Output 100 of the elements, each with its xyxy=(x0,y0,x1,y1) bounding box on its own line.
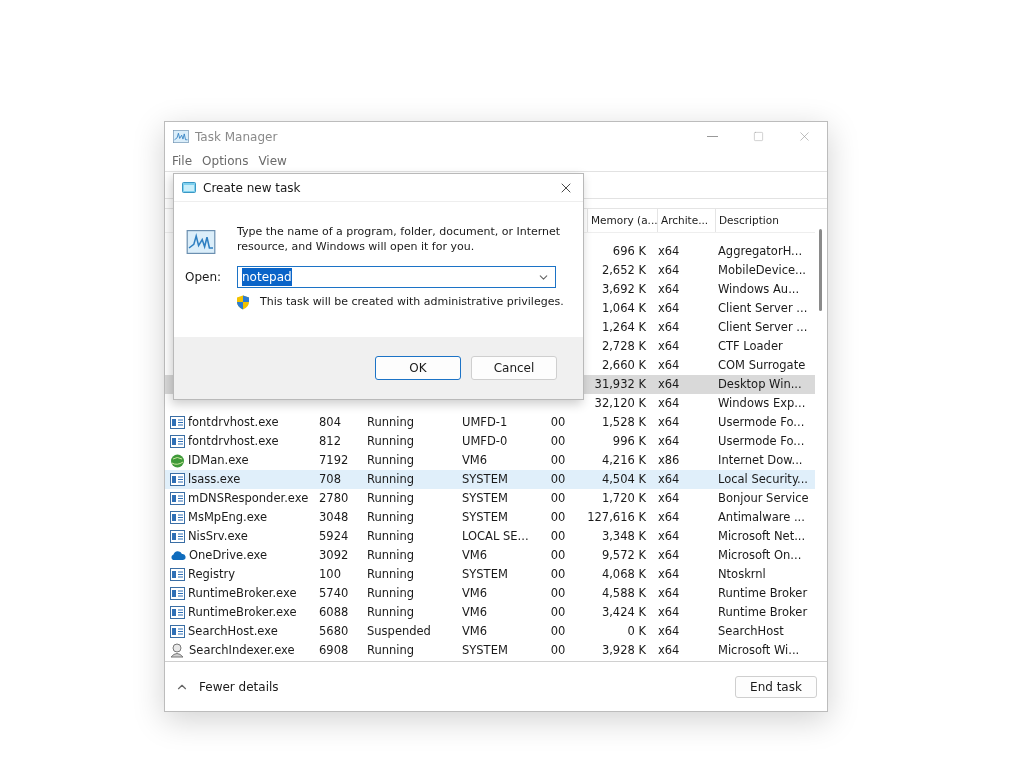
description-text: Microsoft Wi... xyxy=(718,641,800,659)
architecture-text: x64 xyxy=(658,356,680,374)
architecture-text: x64 xyxy=(658,261,680,279)
ok-button[interactable]: OK xyxy=(375,356,461,380)
process-name: RuntimeBroker.exe xyxy=(188,603,297,621)
memory-text: 3,692 K xyxy=(601,280,646,298)
pid-text: 812 xyxy=(319,432,341,450)
memory-text: 4,504 K xyxy=(601,470,646,488)
memory-text: 3,424 K xyxy=(601,603,646,621)
pid-text: 5740 xyxy=(319,584,349,602)
application-icon xyxy=(170,435,185,448)
memory-text: 996 K xyxy=(612,432,646,450)
description-text: Microsoft On... xyxy=(718,546,802,564)
user-text: SYSTEM xyxy=(462,508,508,526)
memory-text: 4,068 K xyxy=(601,565,646,583)
architecture-text: x64 xyxy=(658,375,680,393)
end-task-button[interactable]: End task xyxy=(735,675,817,698)
user-text: VM6 xyxy=(462,603,488,621)
user-text: SYSTEM xyxy=(462,641,508,659)
menu-item[interactable]: View xyxy=(258,152,287,170)
cpu-text: 00 xyxy=(550,622,566,640)
cpu-text: 00 xyxy=(550,413,566,431)
user-text: VM6 xyxy=(462,451,488,469)
architecture-text: x86 xyxy=(658,451,680,469)
cpu-text: 00 xyxy=(550,451,566,469)
architecture-text: x64 xyxy=(658,641,680,659)
cpu-text: 00 xyxy=(550,546,566,564)
architecture-text: x64 xyxy=(658,432,680,450)
description-text: Windows Exp... xyxy=(718,394,806,412)
status-text: Running xyxy=(367,489,415,507)
application-icon xyxy=(170,606,185,619)
pid-text: 3048 xyxy=(319,508,349,526)
description-text: COM Surrogate xyxy=(718,356,806,374)
scrollbar-thumb[interactable] xyxy=(819,229,822,311)
architecture-text: x64 xyxy=(658,527,680,545)
fewer-details-toggle[interactable]: Fewer details xyxy=(175,677,279,696)
process-row[interactable]: lsass.exe 708 Running SYSTEM 00 4,504 K x64 Local Security... xyxy=(165,470,815,489)
user-text: SYSTEM xyxy=(462,565,508,583)
cpu-text: 00 xyxy=(550,470,566,488)
memory-text: 3,348 K xyxy=(601,527,646,545)
process-name: SearchHost.exe xyxy=(188,622,278,640)
architecture-text: x64 xyxy=(658,242,680,260)
architecture-text: x64 xyxy=(658,394,680,412)
user-text: LOCAL SE... xyxy=(462,527,529,545)
activity-monitor-icon xyxy=(185,230,217,254)
architecture-text: x64 xyxy=(658,603,680,621)
open-label: Open: xyxy=(185,269,223,286)
architecture-text: x64 xyxy=(658,299,680,317)
cancel-button[interactable]: Cancel xyxy=(471,356,557,380)
app-icon xyxy=(173,130,189,143)
user-text: VM6 xyxy=(462,584,488,602)
open-combobox[interactable]: notepad xyxy=(237,266,556,288)
cpu-text: 00 xyxy=(550,565,566,583)
pid-text: 6088 xyxy=(319,603,349,621)
column-header[interactable]: Archite... xyxy=(657,209,715,232)
status-text: Running xyxy=(367,470,415,488)
description-text: CTF Loader xyxy=(718,337,783,355)
description-text: Client Server ... xyxy=(718,299,808,317)
application-icon xyxy=(170,416,185,429)
shield-icon xyxy=(236,294,250,310)
description-text: AggregatorH... xyxy=(718,242,803,260)
menu-item[interactable]: File xyxy=(172,152,193,170)
memory-text: 1,720 K xyxy=(601,489,646,507)
pid-text: 5680 xyxy=(319,622,349,640)
status-text: Running xyxy=(367,603,415,621)
status-text: Running xyxy=(367,451,415,469)
status-text: Running xyxy=(367,565,415,583)
memory-text: 1,528 K xyxy=(601,413,646,431)
pid-text: 100 xyxy=(319,565,341,583)
description-text: Internet Dow... xyxy=(718,451,803,469)
dialog-title: Create new task xyxy=(203,179,301,197)
user-text: UMFD-0 xyxy=(462,432,508,450)
pid-text: 5924 xyxy=(319,527,349,545)
description-text: SearchHost xyxy=(718,622,784,640)
process-name: OneDrive.exe xyxy=(189,546,268,564)
status-text: Running xyxy=(367,584,415,602)
process-name: mDNSResponder.exe xyxy=(188,489,309,507)
architecture-text: x64 xyxy=(658,470,680,488)
pid-text: 2780 xyxy=(319,489,349,507)
architecture-text: x64 xyxy=(658,546,680,564)
description-text: Microsoft Net... xyxy=(718,527,806,545)
cpu-text: 00 xyxy=(550,527,566,545)
process-name: Registry xyxy=(188,565,236,583)
menu-item[interactable]: Options xyxy=(202,152,249,170)
memory-text: 4,588 K xyxy=(601,584,646,602)
minimize-icon xyxy=(706,136,718,137)
memory-text: 32,120 K xyxy=(594,394,646,412)
cpu-text: 00 xyxy=(550,508,566,526)
column-header[interactable]: Description xyxy=(715,209,815,232)
process-name: fontdrvhost.exe xyxy=(188,432,279,450)
description-text: Desktop Win... xyxy=(718,375,802,393)
pid-text: 6908 xyxy=(319,641,349,659)
description-text: Usermode Fo... xyxy=(718,432,805,450)
description-text: Antimalware ... xyxy=(718,508,805,526)
user-text: VM6 xyxy=(462,546,488,564)
column-header[interactable]: Memory (a... xyxy=(587,209,657,232)
pid-text: 3092 xyxy=(319,546,349,564)
description-text: MobileDevice... xyxy=(718,261,807,279)
description-text: Ntoskrnl xyxy=(718,565,766,583)
window-icon xyxy=(182,182,196,193)
